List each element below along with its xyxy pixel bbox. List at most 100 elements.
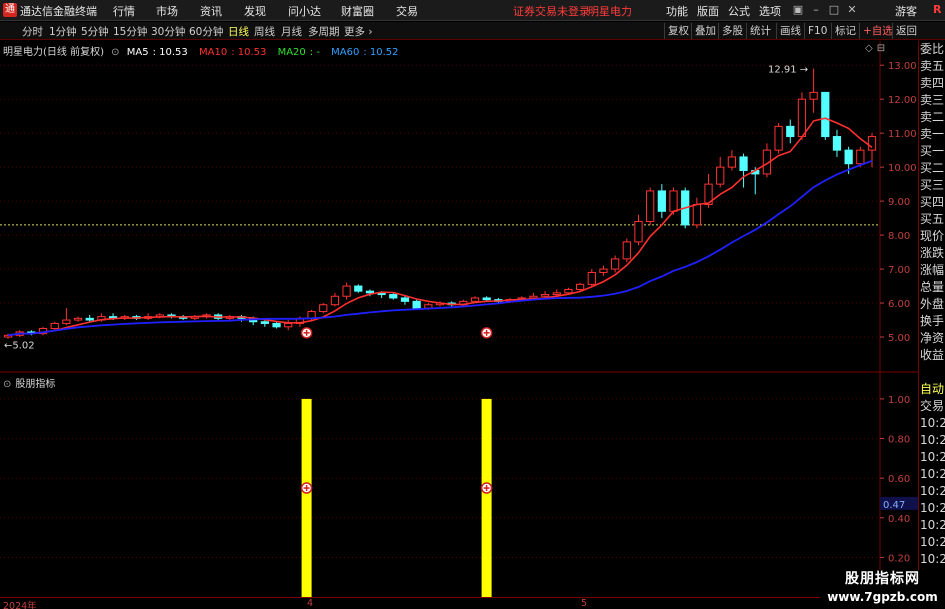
back-button[interactable]: 返回 [892,23,917,39]
period-60min[interactable]: 60分钟 [189,24,223,39]
menu-caifuquan[interactable]: 财富圈 [341,3,374,19]
ma5-line [7,117,873,337]
period-daily[interactable]: 日线 [228,24,249,39]
candle-down [272,322,281,328]
period-more-label: 更多 [344,26,365,38]
candle-up [867,136,877,151]
period-more[interactable]: 更多 › [344,24,373,39]
menu-gongneng[interactable]: 功能 [666,3,688,19]
quote-panel-item: 10:24 [920,552,945,566]
candle-down [85,317,94,321]
candle-up [284,322,293,328]
ma5-label: MA5: 10.53 [126,47,188,58]
f10-button[interactable]: F10 [804,23,827,39]
ma5-name: MA5 [126,47,149,58]
price-legend: 明星电力(日线 前复权) ⊙ MA5: 10.53 MA10: 10.53 MA… [3,43,407,58]
quote-panel-item: 买一 [920,144,945,158]
quote-panel-item: 10:24 [920,467,945,481]
draw-line-button[interactable]: 画线 [776,23,801,39]
quote-panel-item: 总量 [920,280,945,294]
period-weekly[interactable]: 周线 [254,24,275,39]
period-monthly[interactable]: 月线 [281,24,302,39]
price-tick-label: 5.00 [888,333,910,344]
candle-down [354,285,363,292]
candle-up [319,304,328,313]
price-tick-label: 7.00 [888,265,910,276]
menu-zixun[interactable]: 资讯 [200,3,222,19]
indicator-tick-label: 0.80 [888,435,910,446]
candle-up [575,283,585,290]
x-label-april: 4 [307,598,314,609]
statistics-button[interactable]: 统计 [746,23,771,39]
ma60-value: 10.52 [369,47,399,58]
quote-panel-item[interactable]: 交易 [919,398,945,415]
period-toolbar: 分时 1分钟 5分钟 15分钟 30分钟 60分钟 日线 周线 月线 多周期 更… [0,22,945,40]
kline-chart-svg[interactable]: 13.00 12.00 11.00 10.00 9.00 8.00 7.00 6.00 5.00… [0,41,918,597]
candle-down [482,297,491,301]
period-30min[interactable]: 30分钟 [151,24,185,39]
add-watchlist-button[interactable]: +自选 [859,23,893,39]
menu-jiaoyi[interactable]: 交易 [396,3,418,19]
cursor-value-label: 0.47 [883,500,905,511]
menu-xuanxiang[interactable]: 选项 [759,3,781,19]
period-multi[interactable]: 多周期 [308,24,340,39]
candle-down [365,290,375,294]
quote-panel-item: 卖二 [920,110,945,124]
menu-shichang[interactable]: 市场 [156,3,178,19]
period-fenshi[interactable]: 分时 [22,24,43,39]
candle-down [657,190,666,212]
ma20-value: - [316,47,320,58]
quote-panel-item[interactable]: 自动 [919,381,945,398]
candle-up [50,322,59,330]
candle-down [400,297,410,302]
candle-up [540,294,550,297]
fuquan-button[interactable]: 复权 [664,23,689,39]
quote-panel-item: 换手 [920,314,945,328]
overlay-button[interactable]: 叠加 [691,23,716,39]
quote-panel-item: 卖三 [920,93,945,107]
diamond-icon[interactable]: ◇ [865,43,873,54]
menu-faxian[interactable]: 发现 [244,3,266,19]
period-15min[interactable]: 15分钟 [113,24,147,39]
user-label[interactable]: 游客 [895,3,917,19]
skin-icon[interactable]: ▣ [790,2,806,18]
watermark-line2: www.7gpzb.com [827,590,938,604]
price-chart-label: 明星电力(日线 前复权) [3,47,104,58]
menu-gongshi[interactable]: 公式 [728,3,750,19]
candle-down [739,156,748,172]
candle-up [692,204,701,226]
low-price-label: ←5.02 [4,340,35,351]
mark-button[interactable]: 标记 [831,23,856,39]
price-tick-label: 13.00 [888,61,917,72]
candle-up [634,220,643,243]
ma20-label: MA20: - [277,47,320,58]
chart-area[interactable]: 13.00 12.00 11.00 10.00 9.00 8.00 7.00 6.00 5.00… [0,41,945,609]
collapse-icon[interactable]: ⊟ [877,43,885,54]
price-tick-label: 10.00 [888,163,917,174]
quote-panel: 委比 卖五 卖四 卖三 卖二 卖一 买一 买二 买三 买四 买五 现价 涨跌 涨幅 总量 外盘 换手 净资 收益 自动… [918,41,945,609]
multi-stock-button[interactable]: 多股 [718,23,743,39]
candle-up [774,125,783,151]
candle-down [821,91,830,138]
ma10-name: MA10 [198,47,228,58]
title-bar: 通 通达信金融终端 行情 市场 资讯 发现 问小达 财富圈 交易 证券交易未登录… [0,0,945,21]
settings-icon[interactable]: ⊙ [111,47,119,58]
period-5min[interactable]: 5分钟 [81,24,109,39]
candle-up [809,91,818,100]
minimize-icon[interactable]: – [808,2,824,18]
menu-wenxiaoda[interactable]: 问小达 [288,3,321,19]
candle-up [611,258,620,270]
ma10-label: MA10: 10.53 [198,47,267,58]
close-icon[interactable]: ✕ [844,2,860,18]
indicator-tick-label: 0.40 [888,514,910,525]
maximize-icon[interactable]: □ [826,2,842,18]
settings-icon[interactable]: ⊙ [3,379,11,390]
quote-panel-item: 买二 [920,161,945,175]
menu-hangqing[interactable]: 行情 [113,3,135,19]
menu-banmian[interactable]: 版面 [697,3,719,19]
login-notice[interactable]: 证券交易未登录 [513,3,590,19]
candle-down [389,294,398,299]
candle-up [716,166,725,185]
quote-panel-item: 收益 [920,348,945,362]
period-1min[interactable]: 1分钟 [49,24,77,39]
